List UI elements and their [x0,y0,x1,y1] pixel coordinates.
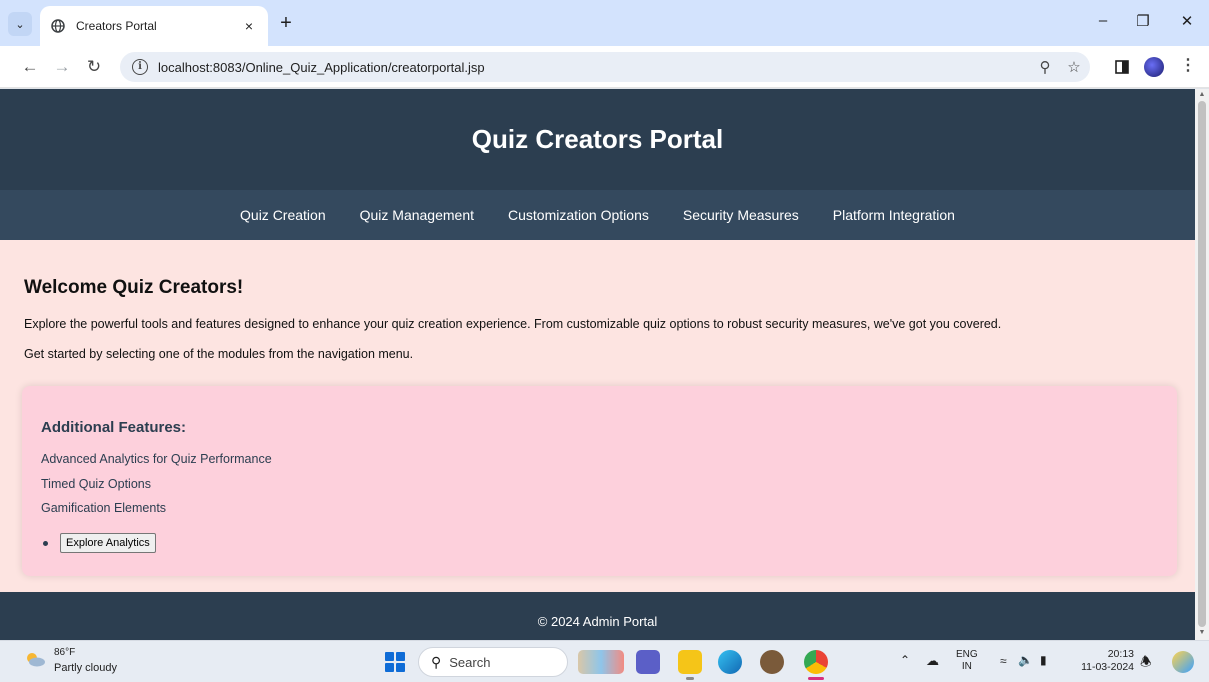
widgets-icon[interactable] [578,650,624,674]
volume-icon[interactable]: 🔈 [1018,653,1033,667]
intro-paragraph: Explore the powerful tools and features … [24,317,1002,331]
site-header: Quiz Creators Portal [0,89,1195,190]
explore-analytics-button[interactable]: Explore Analytics [60,533,156,553]
feature-item: Timed Quiz Options [41,477,151,491]
search-icon: ⚲ [431,653,442,670]
list-bullet [43,541,48,546]
clock-time: 20:13 [1107,648,1134,660]
weather-description[interactable]: Partly cloudy [54,662,117,674]
back-icon[interactable]: ← [18,55,42,79]
battery-icon[interactable]: ▮ [1040,653,1047,667]
reload-icon[interactable]: ↻ [82,55,106,79]
page-scrollbar[interactable]: ▲ ▼ [1195,89,1209,640]
nav-link-customization-options[interactable]: Customization Options [491,207,666,223]
address-bar[interactable]: i localhost:8083/Online_Quiz_Application… [120,52,1090,82]
main-nav: Quiz Creation Quiz Management Customizat… [0,190,1195,240]
language-code: ENG [956,649,978,660]
scroll-down-icon[interactable]: ▼ [1198,629,1206,636]
features-heading: Additional Features: [41,419,187,436]
bookmark-star-icon[interactable]: ☆ [1064,58,1084,78]
file-explorer-icon[interactable] [678,650,702,674]
nav-link-security-measures[interactable]: Security Measures [666,207,816,223]
app-running-indicator [686,677,694,680]
welcome-heading: Welcome Quiz Creators! [24,277,244,298]
chrome-icon[interactable] [804,650,828,674]
getting-started-paragraph: Get started by selecting one of the modu… [24,347,414,361]
clock-date: 11-03-2024 [1081,661,1134,673]
restore-icon[interactable]: ❐ [1128,12,1158,36]
close-window-icon[interactable]: ✕ [1172,12,1202,36]
taskbar-search[interactable]: ⚲ Search [418,647,568,677]
url-text[interactable]: localhost:8083/Online_Quiz_Application/c… [158,60,485,75]
browser-tab[interactable]: Creators Portal × [40,6,268,46]
app-active-indicator [808,677,824,680]
browser-toolbar: ← → ↻ i localhost:8083/Online_Quiz_Appli… [0,46,1209,88]
globe-icon [50,18,66,34]
taskbar-search-placeholder: Search [449,654,491,670]
forward-icon[interactable]: → [50,55,74,79]
region-code: IN [961,661,972,672]
wifi-icon[interactable]: ≈ [1000,654,1007,668]
side-panel-icon[interactable] [1110,55,1134,79]
partly-cloudy-icon[interactable] [24,651,46,667]
teams-icon[interactable] [636,650,660,674]
page-title: Quiz Creators Portal [471,124,724,154]
tab-search-chevron-icon[interactable]: ⌄ [8,12,32,36]
site-footer: © 2024 Admin Portal [0,592,1195,640]
tab-close-icon[interactable]: × [240,18,258,34]
new-tab-button[interactable]: + [274,12,298,36]
nav-link-platform-integration[interactable]: Platform Integration [816,207,972,223]
clock[interactable]: 20:13 11-03-2024 [1068,648,1134,674]
minimize-icon[interactable]: – [1088,12,1118,36]
windows-start-icon[interactable] [385,652,405,672]
app-icon[interactable] [760,650,784,674]
feature-item: Advanced Analytics for Quiz Performance [41,452,272,466]
notification-bell-icon[interactable]: 🕭 [1140,653,1152,675]
edge-icon[interactable] [718,650,742,674]
language-indicator[interactable]: ENG IN [956,649,978,673]
profile-avatar[interactable] [1144,57,1164,77]
footer-copyright: © 2024 Admin Portal [537,613,658,629]
zoom-icon[interactable]: ⚲ [1035,58,1055,78]
show-hidden-icons-chevron-icon[interactable]: ⌃ [900,653,910,667]
nav-link-quiz-creation[interactable]: Quiz Creation [223,207,343,223]
scrollbar-thumb[interactable] [1198,101,1206,627]
copilot-icon[interactable] [1172,651,1194,673]
browser-tab-bar: ⌄ Creators Portal × + – ❐ ✕ [0,0,1209,46]
site-info-icon[interactable]: i [132,59,148,75]
additional-features-panel: Additional Features: Advanced Analytics … [22,386,1177,576]
menu-kebab-icon[interactable]: ⋮ [1176,55,1200,79]
tab-title: Creators Portal [76,19,157,33]
cloud-sync-icon[interactable]: ☁ [926,653,939,669]
scroll-up-icon[interactable]: ▲ [1198,91,1206,98]
weather-temperature[interactable]: 86°F [54,647,75,658]
windows-taskbar: 86°F Partly cloudy ⚲ Search ⌃ ☁ ENG IN ≈… [0,640,1209,682]
nav-link-quiz-management[interactable]: Quiz Management [343,207,491,223]
feature-item: Gamification Elements [41,501,167,515]
page-viewport: Quiz Creators Portal Quiz Creation Quiz … [0,89,1195,640]
